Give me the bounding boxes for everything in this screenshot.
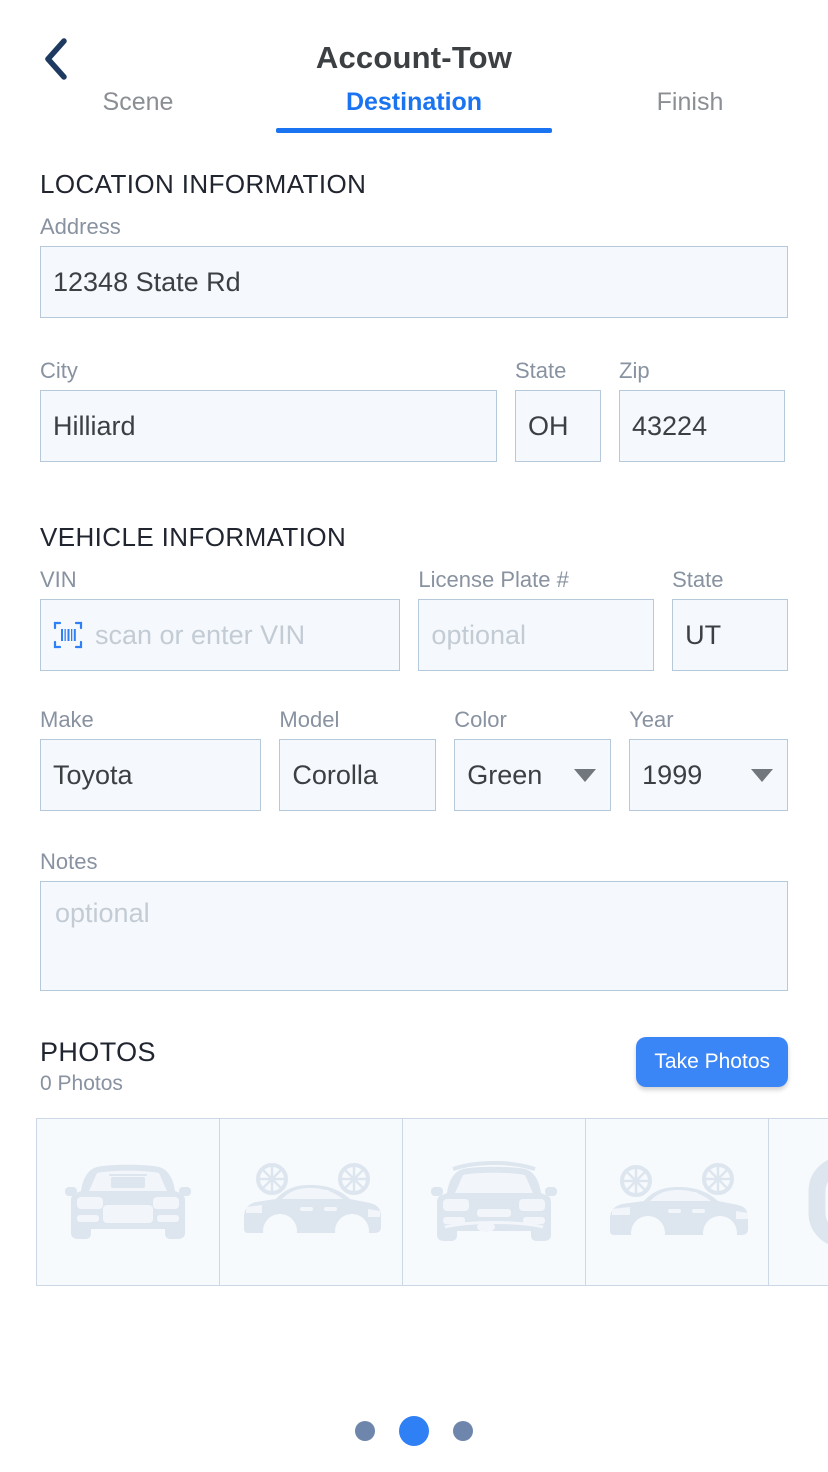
color-field-group: Color Green [454, 707, 612, 811]
location-section-title: LOCATION INFORMATION [40, 169, 367, 199]
vin-input[interactable]: scan or enter VIN [40, 599, 401, 671]
pagination-dot-active[interactable] [399, 1416, 429, 1446]
city-input[interactable]: Hilliard [40, 390, 497, 462]
city-state-zip-row: City Hilliard State OH Zip 43224 [40, 358, 788, 462]
page-title: Account-Tow [315, 40, 513, 75]
make-label: Make [40, 707, 94, 732]
photos-count: 0 Photos [40, 1072, 123, 1095]
photos-section-title: PHOTOS [40, 1037, 156, 1067]
take-photos-button[interactable]: Take Photos [636, 1037, 788, 1087]
vehicle-state-field-group: State UT [672, 567, 789, 671]
car-wheel-placeholder[interactable] [768, 1118, 828, 1286]
notes-placeholder-text: optional [55, 898, 150, 928]
color-select[interactable]: Green [454, 739, 612, 811]
car-front-view-placeholder[interactable] [36, 1118, 220, 1286]
car-side-view-placeholder[interactable] [219, 1118, 403, 1286]
make-value: Toyota [53, 759, 133, 790]
car-front-view-placeholder[interactable] [402, 1118, 586, 1286]
address-input[interactable]: 12348 State Rd [40, 246, 788, 318]
license-plate-field-group: License Plate # optional [418, 567, 655, 671]
tab-bar: Scene Destination Finish [0, 88, 828, 133]
vehicle-state-value: UT [685, 619, 722, 650]
chevron-down-icon [574, 768, 597, 782]
make-model-color-year-row: Make Toyota Model Corolla Color Green Ye… [40, 707, 789, 811]
address-value: 12348 State Rd [53, 266, 241, 297]
model-value: Corolla [292, 759, 378, 790]
color-label: Color [454, 707, 507, 732]
carousel-pagination [0, 1416, 828, 1446]
vehicle-state-label: State [672, 567, 724, 592]
city-label: City [40, 358, 78, 383]
tab-scene[interactable]: Scene [0, 88, 276, 133]
license-plate-label: License Plate # [418, 567, 569, 592]
model-input[interactable]: Corolla [279, 739, 437, 811]
zip-input[interactable]: 43224 [619, 390, 785, 462]
tab-destination[interactable]: Destination [276, 88, 552, 133]
tab-finish[interactable]: Finish [552, 88, 828, 133]
photos-heading-group: PHOTOS 0 Photos [40, 1037, 156, 1096]
city-value: Hilliard [53, 410, 136, 441]
model-field-group: Model Corolla [279, 707, 437, 811]
license-plate-input[interactable]: optional [418, 599, 655, 671]
vin-plate-state-row: VIN scan or enter VIN License Plate # op… [40, 567, 789, 671]
location-state-value: OH [528, 410, 569, 441]
photos-header: PHOTOS 0 Photos Take Photos [40, 1037, 788, 1096]
address-label: Address [40, 214, 121, 239]
license-plate-placeholder-text: optional [431, 619, 527, 650]
vehicle-section-title: VEHICLE INFORMATION [40, 522, 347, 552]
address-field-group: Address 12348 State Rd [40, 214, 788, 318]
make-field-group: Make Toyota [40, 707, 262, 811]
year-select[interactable]: 1999 [629, 739, 789, 811]
city-field-group: City Hilliard [40, 358, 497, 462]
location-state-input[interactable]: OH [515, 390, 601, 462]
pagination-dot[interactable] [355, 1421, 375, 1441]
year-field-group: Year 1999 [629, 707, 789, 811]
notes-textarea[interactable]: optional [40, 881, 788, 991]
year-value: 1999 [642, 759, 703, 790]
app-header: Account-Tow Scene Destination Finish [0, 0, 828, 145]
zip-value: 43224 [632, 410, 708, 441]
destination-screen: Account-Tow Scene Destination Finish LOC… [0, 0, 828, 1472]
vin-field-group: VIN scan or enter VIN [40, 567, 401, 671]
color-value: Green [467, 759, 543, 790]
zip-field-group: Zip 43224 [619, 358, 785, 462]
barcode-scan-icon[interactable] [53, 620, 83, 650]
location-state-field-group: State OH [515, 358, 601, 462]
make-input[interactable]: Toyota [40, 739, 262, 811]
chevron-down-icon [751, 768, 774, 782]
vin-placeholder-text: scan or enter VIN [95, 619, 306, 650]
photo-thumbnail-strip[interactable] [36, 1118, 828, 1286]
vin-label: VIN [40, 567, 77, 592]
form-content: LOCATION INFORMATION Address 12348 State… [0, 169, 828, 1286]
model-label: Model [279, 707, 340, 732]
year-label: Year [629, 707, 674, 732]
notes-label: Notes [40, 849, 98, 874]
zip-label: Zip [619, 358, 650, 383]
location-state-label: State [515, 358, 567, 383]
pagination-dot[interactable] [453, 1421, 473, 1441]
vehicle-state-input[interactable]: UT [672, 599, 789, 671]
car-side-view-placeholder[interactable] [585, 1118, 769, 1286]
notes-field-group: Notes optional [40, 849, 788, 991]
